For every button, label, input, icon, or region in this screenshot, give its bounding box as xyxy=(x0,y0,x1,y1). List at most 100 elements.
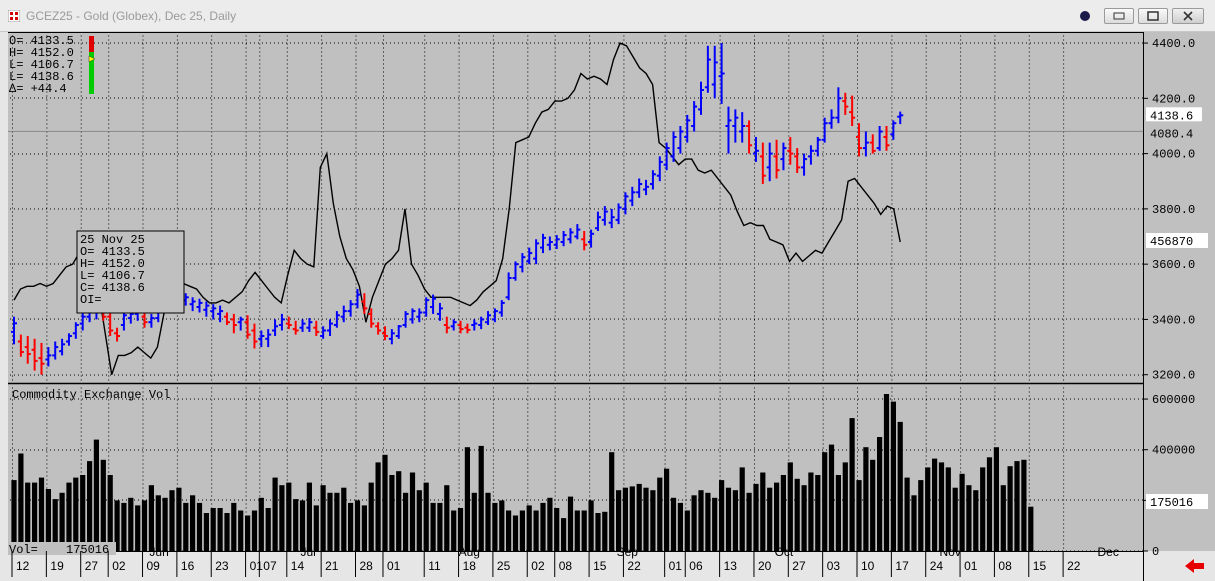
volume-bar xyxy=(389,475,395,551)
volume-panel-title: Commodity Exchange Vol xyxy=(12,388,170,402)
volume-bar xyxy=(719,480,725,551)
x-day-label: 01 xyxy=(964,559,978,573)
volume-bar xyxy=(1028,506,1034,551)
x-day-label: 08 xyxy=(998,559,1012,573)
volume-bar xyxy=(210,508,216,551)
volume-bar xyxy=(293,499,299,551)
close-icon xyxy=(1183,11,1193,21)
volume-bar xyxy=(945,467,951,551)
volume-bar xyxy=(828,444,835,551)
volume-bar xyxy=(368,482,374,551)
x-day-label: 27 xyxy=(85,559,99,573)
volume-bar xyxy=(959,473,965,551)
volume-bar xyxy=(320,485,326,551)
volume-bar xyxy=(279,485,285,551)
app-icon xyxy=(8,10,20,22)
price-tick-label: 3400.0 xyxy=(1152,313,1195,327)
last-price-tag: 4138.6 xyxy=(1146,107,1202,123)
x-month-label: Oct xyxy=(775,545,794,559)
minimize-button[interactable] xyxy=(1104,8,1134,24)
volume-bar xyxy=(423,482,429,551)
last-price-tag-text: 4138.6 xyxy=(1150,109,1193,123)
volume-bar xyxy=(1000,485,1006,551)
volume-bar xyxy=(217,508,223,551)
volume-bar xyxy=(451,510,457,551)
x-month-label: Jun xyxy=(149,545,168,559)
volume-bar xyxy=(877,437,883,551)
x-day-label: 14 xyxy=(291,559,305,573)
volume-bar xyxy=(478,445,484,551)
volume-bar xyxy=(780,475,786,551)
volume-bar xyxy=(258,497,264,551)
volume-bar xyxy=(993,447,999,551)
volume-bar xyxy=(616,490,622,551)
volume-bar xyxy=(135,505,141,551)
volume-bar xyxy=(265,508,271,551)
volume-bar xyxy=(512,515,519,551)
volume-bar xyxy=(361,505,367,551)
close-button[interactable] xyxy=(1172,8,1204,24)
volume-bar xyxy=(863,447,869,551)
volume-bar xyxy=(705,492,711,551)
x-day-label: 15 xyxy=(1033,559,1047,573)
x-month-label: Dec xyxy=(1098,545,1119,559)
volume-bar xyxy=(416,490,422,551)
x-day-label: 02 xyxy=(112,559,126,573)
volume-value-tag-value: 175016 xyxy=(1150,496,1193,510)
volume-bar xyxy=(643,487,649,551)
volume-bar xyxy=(753,483,759,551)
volume-bar xyxy=(18,453,24,551)
x-day-label: 15 xyxy=(593,559,607,573)
x-day-label: 12 xyxy=(16,559,30,573)
volume-bar xyxy=(66,482,72,551)
reference-price-tag: 4080.4 xyxy=(1146,125,1202,141)
volume-bar xyxy=(100,459,106,551)
volume-bar xyxy=(739,467,745,551)
data-tooltip: 25 Nov 25 O= 4133.5 H= 4152.0 L= 4106.7 … xyxy=(76,230,185,314)
volume-bar xyxy=(622,487,628,551)
volume-bar xyxy=(499,500,505,551)
restore-icon xyxy=(1147,11,1159,21)
volume-bar xyxy=(306,482,312,551)
volume-bar xyxy=(107,475,113,551)
volume-bar xyxy=(547,497,553,551)
volume-bar xyxy=(856,480,862,551)
volume-bar xyxy=(574,510,580,551)
x-day-label: 22 xyxy=(627,559,641,573)
volume-bar xyxy=(162,497,168,551)
volume-bar xyxy=(925,467,931,551)
link-dot-button[interactable] xyxy=(1072,8,1098,24)
volume-bar xyxy=(904,477,910,551)
volume-bar xyxy=(870,459,876,551)
x-day-label: 08 xyxy=(559,559,573,573)
volume-bar xyxy=(155,495,161,551)
x-day-label: 17 xyxy=(895,559,909,573)
volume-bar xyxy=(169,490,175,551)
x-month-label: Sep xyxy=(617,545,639,559)
x-day-label: 02 xyxy=(531,559,545,573)
volume-bar xyxy=(554,508,560,551)
volume-bar xyxy=(272,477,278,551)
x-day-label: 18 xyxy=(463,559,477,573)
x-day-label: 22 xyxy=(1067,559,1081,573)
volume-bar xyxy=(691,495,697,551)
price-plot-background xyxy=(8,32,1143,383)
x-day-label: 09 xyxy=(147,559,161,573)
chart-area[interactable]: 4400.0 4200.0 4000.0 3800.0 3600.0 3400.0 3200… xyxy=(0,32,1215,581)
volume-bar xyxy=(602,511,608,552)
x-day-label: 23 xyxy=(215,559,229,573)
minimize-icon xyxy=(1113,12,1125,20)
volume-readout-label: Vol= xyxy=(9,543,38,557)
volume-bar xyxy=(911,495,917,551)
volume-bar xyxy=(842,462,848,551)
volume-bar xyxy=(1007,466,1013,551)
volume-bar xyxy=(787,462,793,551)
volume-bar xyxy=(581,510,587,551)
volume-bar xyxy=(966,485,972,551)
restore-button[interactable] xyxy=(1138,8,1168,24)
volume-readout-value: 175016 xyxy=(66,543,109,557)
volume-bar xyxy=(506,510,512,551)
x-day-label: 01 xyxy=(669,559,683,573)
volume-bar xyxy=(774,482,780,551)
volume-bar xyxy=(808,472,814,551)
